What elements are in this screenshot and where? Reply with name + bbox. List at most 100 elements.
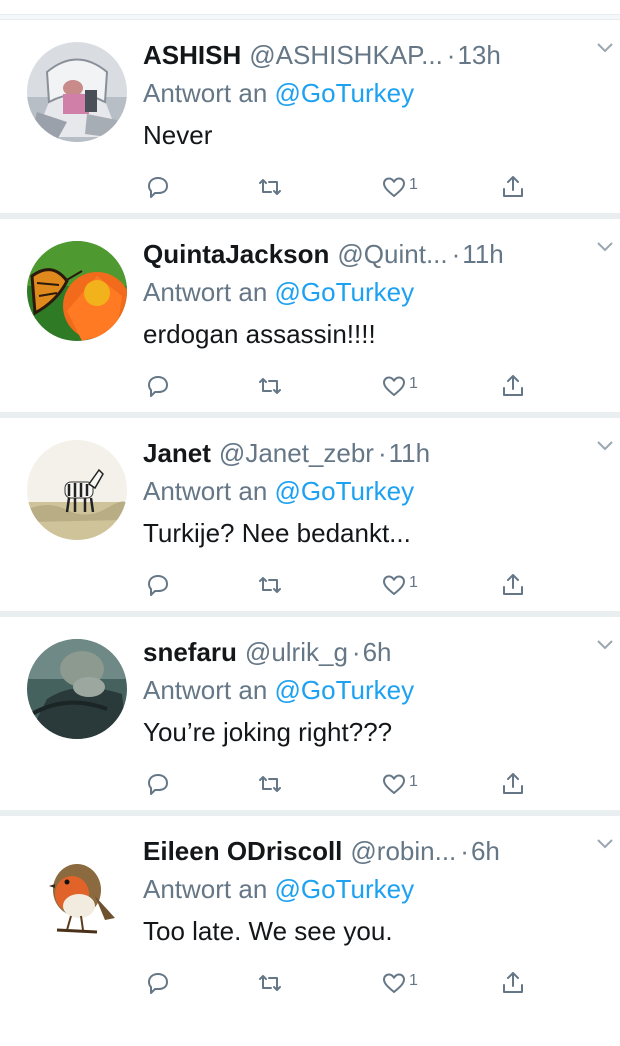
tweet[interactable]: snefaru @ulrik_g · 6h Antwort an @GoTurk… bbox=[0, 617, 620, 816]
tweet-actions: 1 bbox=[143, 769, 543, 799]
mention-link[interactable]: @GoTurkey bbox=[275, 874, 415, 904]
avatar[interactable] bbox=[27, 639, 127, 739]
reply-feed: ASHISH @ASHISHKAP... · 13h Antwort an @G… bbox=[0, 20, 620, 1009]
avatar-zebra-image bbox=[27, 440, 127, 540]
author-handle[interactable]: @Quint... bbox=[337, 237, 447, 271]
mention-link[interactable]: @GoTurkey bbox=[275, 78, 415, 108]
retweet-icon bbox=[259, 975, 281, 991]
author-name[interactable]: Janet bbox=[143, 436, 211, 470]
tweet[interactable]: Janet @Janet_zebr · 11h Antwort an @GoTu… bbox=[0, 418, 620, 617]
tweet-actions: 1 bbox=[143, 570, 543, 600]
chevron-down-icon[interactable] bbox=[596, 241, 614, 253]
share-button[interactable] bbox=[500, 172, 526, 202]
chevron-down-icon[interactable] bbox=[596, 639, 614, 651]
reply-label: Antwort an bbox=[143, 277, 268, 307]
separator: · bbox=[351, 637, 361, 667]
author-name[interactable]: Eileen ODriscoll bbox=[143, 834, 342, 868]
author-handle[interactable]: @ASHISHKAP... bbox=[249, 38, 443, 72]
tweet-header: ASHISH @ASHISHKAP... · 13h bbox=[143, 38, 600, 72]
share-icon bbox=[503, 972, 523, 993]
retweet-button[interactable] bbox=[257, 968, 283, 998]
tweet-content: QuintaJackson @Quint... · 11h Antwort an… bbox=[143, 237, 600, 351]
reply-icon bbox=[148, 575, 168, 596]
reply-icon bbox=[148, 376, 168, 397]
separator: · bbox=[460, 836, 469, 866]
share-button[interactable] bbox=[500, 769, 526, 799]
tweet-header: Eileen ODriscoll @robin... · 6h bbox=[143, 834, 600, 868]
share-button[interactable] bbox=[500, 968, 526, 998]
author-handle[interactable]: @ulrik_g bbox=[245, 635, 348, 669]
retweet-button[interactable] bbox=[257, 371, 283, 401]
like-button[interactable]: 1 bbox=[381, 570, 418, 600]
like-button[interactable]: 1 bbox=[381, 172, 418, 202]
tweet-content: Janet @Janet_zebr · 11h Antwort an @GoTu… bbox=[143, 436, 600, 550]
avatar[interactable] bbox=[27, 241, 127, 341]
tweet-header: QuintaJackson @Quint... · 11h bbox=[143, 237, 600, 271]
tweet-actions: 1 bbox=[143, 968, 543, 998]
timestamp[interactable]: 6h bbox=[363, 635, 392, 669]
author-handle[interactable]: @robin... bbox=[350, 834, 456, 868]
heart-icon bbox=[383, 774, 405, 794]
mention-link[interactable]: @GoTurkey bbox=[275, 675, 415, 705]
tweet[interactable]: ASHISH @ASHISHKAP... · 13h Antwort an @G… bbox=[0, 20, 620, 219]
chevron-down-icon[interactable] bbox=[596, 440, 614, 452]
share-button[interactable] bbox=[500, 570, 526, 600]
separator: · bbox=[446, 40, 456, 70]
retweet-button[interactable] bbox=[257, 570, 283, 600]
share-icon bbox=[503, 176, 523, 197]
tweet-text: erdogan assassin!!!! bbox=[143, 319, 376, 349]
retweet-icon bbox=[259, 378, 281, 394]
tweet[interactable]: Eileen ODriscoll @robin... · 6h Antwort … bbox=[0, 816, 620, 1009]
avatar[interactable] bbox=[27, 838, 127, 938]
mention-link[interactable]: @GoTurkey bbox=[275, 277, 415, 307]
tweet-text: Too late. We see you. bbox=[143, 916, 393, 946]
reply-icon bbox=[148, 973, 168, 994]
retweet-button[interactable] bbox=[257, 172, 283, 202]
reply-context: Antwort an @GoTurkey bbox=[143, 76, 600, 110]
reply-context: Antwort an @GoTurkey bbox=[143, 474, 600, 508]
avatar[interactable] bbox=[27, 42, 127, 142]
heart-icon bbox=[383, 973, 405, 993]
timestamp[interactable]: 11h bbox=[389, 436, 430, 470]
author-name[interactable]: ASHISH bbox=[143, 38, 241, 72]
share-icon bbox=[503, 574, 523, 595]
reply-button[interactable] bbox=[145, 371, 171, 401]
heart-icon bbox=[383, 575, 405, 595]
like-button[interactable]: 1 bbox=[381, 769, 418, 799]
reply-icon bbox=[148, 774, 168, 795]
reply-label: Antwort an bbox=[143, 78, 268, 108]
avatar-ashish-image bbox=[27, 42, 127, 142]
chevron-down-icon[interactable] bbox=[596, 838, 614, 850]
tweet-content: Eileen ODriscoll @robin... · 6h Antwort … bbox=[143, 834, 600, 948]
avatar-monkey-image bbox=[27, 639, 127, 739]
tweet-content: snefaru @ulrik_g · 6h Antwort an @GoTurk… bbox=[143, 635, 600, 749]
like-count: 1 bbox=[409, 773, 418, 790]
author-name[interactable]: snefaru bbox=[143, 635, 237, 669]
like-count: 1 bbox=[409, 375, 418, 392]
timestamp[interactable]: 13h bbox=[457, 38, 500, 72]
heart-icon bbox=[383, 177, 405, 197]
tweet-text: Turkije? Nee bedankt... bbox=[143, 518, 411, 548]
author-name[interactable]: QuintaJackson bbox=[143, 237, 329, 271]
reply-context: Antwort an @GoTurkey bbox=[143, 673, 600, 707]
author-handle[interactable]: @Janet_zebr bbox=[219, 436, 374, 470]
heart-icon bbox=[383, 376, 405, 396]
share-button[interactable] bbox=[500, 371, 526, 401]
reply-button[interactable] bbox=[145, 172, 171, 202]
like-button[interactable]: 1 bbox=[381, 968, 418, 998]
share-icon bbox=[503, 773, 523, 794]
reply-button[interactable] bbox=[145, 570, 171, 600]
tweet[interactable]: QuintaJackson @Quint... · 11h Antwort an… bbox=[0, 219, 620, 418]
mention-link[interactable]: @GoTurkey bbox=[275, 476, 415, 506]
like-count: 1 bbox=[409, 176, 418, 193]
reply-button[interactable] bbox=[145, 769, 171, 799]
retweet-button[interactable] bbox=[257, 769, 283, 799]
timestamp[interactable]: 6h bbox=[471, 834, 500, 868]
tweet-header: snefaru @ulrik_g · 6h bbox=[143, 635, 600, 669]
like-button[interactable]: 1 bbox=[381, 371, 418, 401]
chevron-down-icon[interactable] bbox=[596, 42, 614, 54]
timestamp[interactable]: 11h bbox=[462, 237, 503, 271]
tweet-header: Janet @Janet_zebr · 11h bbox=[143, 436, 600, 470]
avatar[interactable] bbox=[27, 440, 127, 540]
reply-button[interactable] bbox=[145, 968, 171, 998]
